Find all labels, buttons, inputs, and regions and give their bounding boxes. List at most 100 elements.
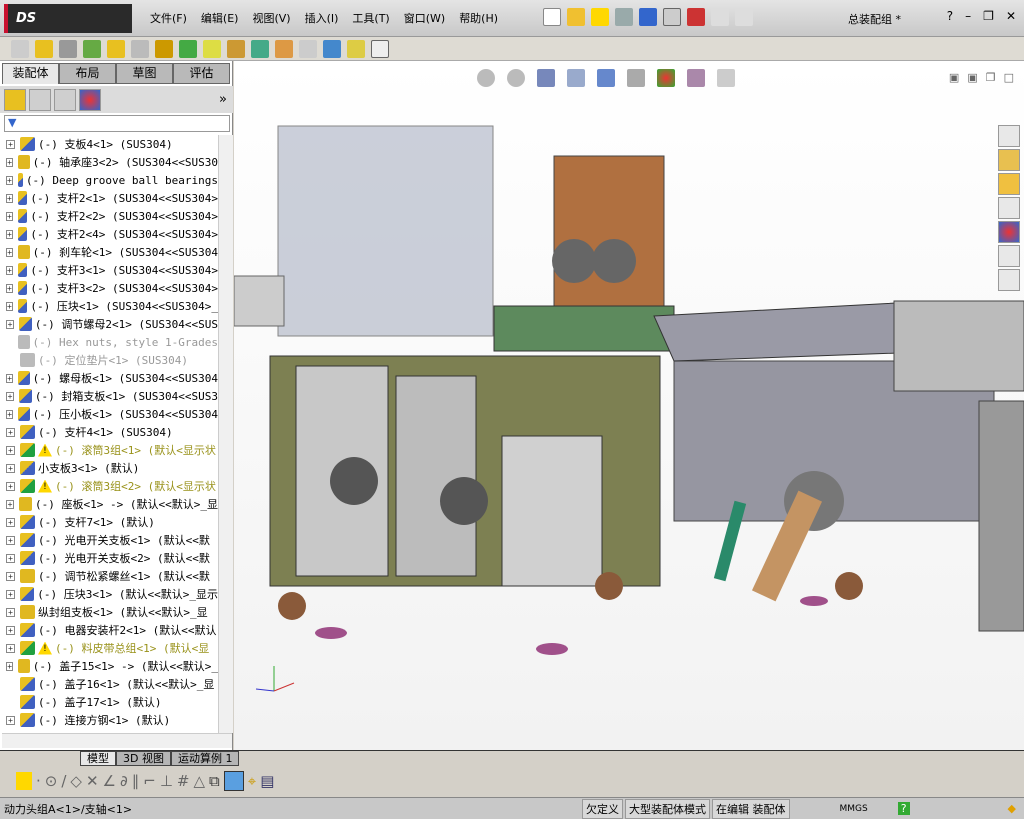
linear-pattern-icon[interactable] bbox=[83, 39, 101, 58]
shaded-icon[interactable] bbox=[223, 771, 244, 791]
close-icon[interactable]: ✕ bbox=[1006, 9, 1016, 23]
expand-icon[interactable]: + bbox=[6, 463, 15, 473]
units-menu[interactable]: MMGS bbox=[840, 804, 868, 814]
expand-icon[interactable]: + bbox=[6, 445, 15, 455]
options-icon[interactable] bbox=[735, 8, 753, 26]
polygon-icon[interactable]: ◇ bbox=[70, 772, 82, 790]
parallel-icon[interactable]: ∥ bbox=[132, 772, 140, 790]
insert-components-icon[interactable] bbox=[35, 39, 53, 58]
tab-layout[interactable]: 布局 bbox=[59, 63, 116, 84]
reference-geometry-icon[interactable] bbox=[203, 39, 221, 58]
tree-horizontal-scrollbar[interactable] bbox=[2, 733, 232, 748]
tree-item[interactable]: + (-) 支杆2<1> (SUS304<<SUS304> bbox=[0, 189, 218, 207]
tab-evaluate[interactable]: 评估 bbox=[173, 63, 230, 84]
tree-item[interactable]: + (-) 刹车轮<1> (SUS304<<SUS304 bbox=[0, 243, 218, 261]
expand-icon[interactable]: + bbox=[6, 643, 15, 653]
tree-item[interactable]: + (-) 支杆3<2> (SUS304<<SUS304> bbox=[0, 279, 218, 297]
tree-item[interactable]: +! (-) 滚筒3组<2> (默认<显示状 bbox=[0, 477, 218, 495]
expand-icon[interactable]: + bbox=[6, 283, 13, 293]
design-library-icon[interactable] bbox=[998, 149, 1020, 171]
tree-item[interactable]: (-) 盖子16<1> (默认<<默认>_显 bbox=[0, 675, 218, 693]
feature-manager-icon[interactable] bbox=[4, 88, 26, 111]
tree-item[interactable]: + (-) 支杆4<1> (SUS304) bbox=[0, 423, 218, 441]
view-palette-icon[interactable] bbox=[998, 197, 1020, 219]
menu-file[interactable]: 文件(F) bbox=[150, 10, 187, 26]
corner-icon[interactable]: ⌐ bbox=[143, 772, 156, 790]
new-motion-study-icon[interactable] bbox=[227, 39, 245, 58]
rebuild-warning-icon[interactable] bbox=[591, 8, 609, 26]
sketch-warning-icon[interactable] bbox=[16, 772, 32, 790]
expand-icon[interactable]: + bbox=[6, 625, 15, 635]
instant3d-icon[interactable] bbox=[347, 39, 365, 58]
menu-help[interactable]: 帮助(H) bbox=[459, 10, 498, 26]
tree-item[interactable]: + (-) 压块3<1> (默认<<默认>_显示 bbox=[0, 585, 218, 603]
traffic-light-icon[interactable] bbox=[687, 8, 705, 26]
minimize-icon[interactable]: – bbox=[965, 9, 971, 23]
tree-item[interactable]: + (-) 电器安装杆2<1> (默认<<默认 bbox=[0, 621, 218, 639]
expand-icon[interactable]: + bbox=[6, 535, 15, 545]
filter-icon[interactable]: ▼ bbox=[4, 115, 230, 132]
menu-edit[interactable]: 编辑(E) bbox=[201, 10, 239, 26]
open-icon[interactable] bbox=[567, 8, 585, 26]
expand-icon[interactable]: + bbox=[6, 175, 13, 185]
expand-icon[interactable]: + bbox=[6, 211, 13, 221]
exploded-view-icon[interactable] bbox=[275, 39, 293, 58]
expand-icon[interactable]: + bbox=[6, 589, 15, 599]
configuration-manager-icon[interactable] bbox=[54, 88, 76, 111]
tree-item[interactable]: + (-) 螺母板<1> (SUS304<<SUS304 bbox=[0, 369, 218, 387]
bill-of-materials-icon[interactable] bbox=[251, 39, 269, 58]
tree-vertical-scrollbar[interactable] bbox=[218, 135, 233, 733]
expand-icon[interactable]: + bbox=[6, 157, 14, 167]
graphics-area[interactable]: ▣ ▣ ❐ □ bbox=[234, 61, 1024, 750]
file-explorer-icon[interactable] bbox=[998, 173, 1020, 195]
file-properties-icon[interactable] bbox=[711, 8, 729, 26]
measure-icon[interactable]: ⌖ bbox=[248, 772, 256, 790]
line-icon[interactable]: / bbox=[61, 772, 66, 790]
expand-icon[interactable]: + bbox=[6, 553, 15, 563]
tree-item[interactable]: + (-) 连接方钢<1> (默认) bbox=[0, 711, 218, 729]
tab-model[interactable]: 模型 bbox=[80, 751, 116, 766]
expand-icon[interactable]: + bbox=[6, 373, 14, 383]
tree-item[interactable]: + (-) 支杆2<2> (SUS304<<SUS304> bbox=[0, 207, 218, 225]
restore-icon[interactable]: ❐ bbox=[983, 9, 994, 23]
expand-icon[interactable]: + bbox=[6, 265, 13, 275]
smart-fasteners-icon[interactable] bbox=[107, 39, 125, 58]
solidworks-resources-icon[interactable] bbox=[998, 125, 1020, 147]
expand-icon[interactable]: + bbox=[6, 391, 15, 401]
expand-icon[interactable]: + bbox=[6, 571, 15, 581]
tree-item[interactable]: + (-) 光电开关支板<2> (默认<<默 bbox=[0, 549, 218, 567]
expand-icon[interactable]: + bbox=[6, 427, 15, 437]
tree-item[interactable]: + (-) 封箱支板<1> (SUS304<<SUS3 bbox=[0, 387, 218, 405]
undo-icon[interactable] bbox=[639, 8, 657, 26]
tree-item[interactable]: +! (-) 料皮带总组<1> (默认<显 bbox=[0, 639, 218, 657]
show-hidden-icon[interactable] bbox=[155, 39, 173, 58]
expand-icon[interactable]: + bbox=[6, 481, 15, 491]
triangle-icon[interactable]: △ bbox=[194, 772, 206, 790]
tree-item[interactable]: + (-) Deep groove ball bearings bbox=[0, 171, 218, 189]
large-assembly-icon[interactable] bbox=[371, 39, 389, 58]
tree-item[interactable]: + (-) 座板<1> -> (默认<<默认>_显 bbox=[0, 495, 218, 513]
tree-item[interactable]: + 纵封组支板<1> (默认<<默认>_显 bbox=[0, 603, 218, 621]
dimension-icon[interactable]: ⊥ bbox=[160, 772, 173, 790]
tree-item[interactable]: (-) 盖子17<1> (默认) bbox=[0, 693, 218, 711]
expand-icon[interactable]: + bbox=[6, 319, 15, 329]
expand-icon[interactable]: + bbox=[6, 607, 15, 617]
tree-item[interactable]: + (-) 支板4<1> (SUS304) bbox=[0, 135, 218, 153]
select-icon[interactable] bbox=[663, 8, 681, 26]
tab-3d-view[interactable]: 3D 视图 bbox=[116, 751, 171, 766]
menu-insert[interactable]: 插入(I) bbox=[305, 10, 339, 26]
mate-icon[interactable] bbox=[59, 39, 77, 58]
move-component-icon[interactable] bbox=[131, 39, 149, 58]
notification-icon[interactable]: ◆ bbox=[1008, 802, 1016, 815]
tree-item[interactable]: + (-) 轴承座3<2> (SUS304<<SUS30 bbox=[0, 153, 218, 171]
tab-motion-study[interactable]: 运动算例 1 bbox=[170, 751, 240, 766]
menu-window[interactable]: 窗口(W) bbox=[404, 10, 445, 26]
menu-view[interactable]: 视图(V) bbox=[252, 10, 290, 26]
tree-item[interactable]: + (-) 盖子15<1> -> (默认<<默认>_ bbox=[0, 657, 218, 675]
help-icon[interactable]: ? bbox=[947, 9, 953, 23]
expand-icon[interactable]: + bbox=[6, 247, 14, 257]
tree-item[interactable]: + (-) 支杆3<1> (SUS304<<SUS304> bbox=[0, 261, 218, 279]
tree-item[interactable]: (-) Hex nuts, style 1-Grades bbox=[0, 333, 218, 351]
tree-item[interactable]: + (-) 调节螺母2<1> (SUS304<<SUS bbox=[0, 315, 218, 333]
tree-item[interactable]: + 小支板3<1> (默认) bbox=[0, 459, 218, 477]
